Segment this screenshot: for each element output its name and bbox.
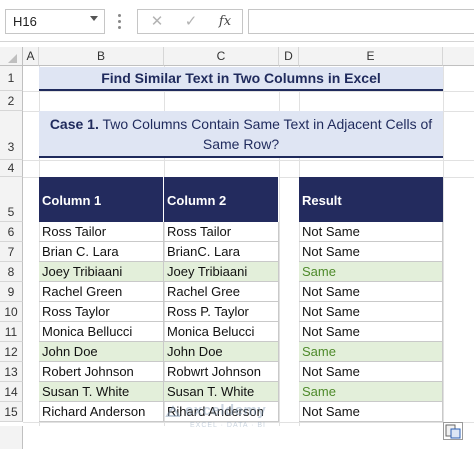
row-header-4[interactable]: 4: [0, 160, 23, 177]
cell-column-1[interactable]: Brian C. Lara: [39, 242, 164, 262]
sheet-title: Find Similar Text in Two Columns in Exce…: [39, 67, 443, 91]
cell-result[interactable]: Not Same: [299, 282, 443, 302]
cell-result[interactable]: Same: [299, 262, 443, 282]
column-header-next[interactable]: [443, 47, 474, 66]
clipboard-icon: [445, 424, 461, 439]
row-header-7[interactable]: 7: [0, 242, 23, 262]
column-header-b[interactable]: B: [39, 47, 164, 66]
insert-function-icon[interactable]: fx: [210, 10, 240, 33]
row-header-6[interactable]: 6: [0, 222, 23, 242]
row-header-strip: [0, 426, 23, 449]
row-header-9[interactable]: 9: [0, 282, 23, 302]
column-header-e[interactable]: E: [299, 47, 443, 66]
gridline: [23, 91, 474, 92]
paste-options-button[interactable]: [443, 422, 463, 440]
cell-result[interactable]: Not Same: [299, 242, 443, 262]
exceldemy-logo-icon: [165, 404, 181, 420]
cell-column-1[interactable]: Ross Taylor: [39, 302, 164, 322]
name-box[interactable]: H16: [5, 9, 105, 34]
cell-column-1[interactable]: Joey Tribiaani: [39, 262, 164, 282]
cell-result[interactable]: Same: [299, 382, 443, 402]
cell-column-2[interactable]: Rachel Gree: [164, 282, 279, 302]
cell-result[interactable]: Not Same: [299, 302, 443, 322]
cell-result[interactable]: Not Same: [299, 222, 443, 242]
row-header-10[interactable]: 10: [0, 302, 23, 322]
watermark-tagline: EXCEL · DATA · BI: [190, 422, 266, 429]
row-header-1[interactable]: 1: [0, 66, 23, 91]
row-header-2[interactable]: 2: [0, 91, 23, 111]
formula-buttons: ✕ ✓ fx: [137, 9, 243, 34]
cell-column-1[interactable]: Rachel Green: [39, 282, 164, 302]
select-all-icon: [8, 54, 17, 63]
case-number: Case 1.: [49, 116, 99, 132]
row-header-13[interactable]: 13: [0, 362, 23, 382]
cell-column-1[interactable]: Susan T. White: [39, 382, 164, 402]
column-header-c[interactable]: C: [164, 47, 279, 66]
cell-column-1[interactable]: Robert Johnson: [39, 362, 164, 382]
row-header-12[interactable]: 12: [0, 342, 23, 362]
row-header-8[interactable]: 8: [0, 262, 23, 282]
cell-result[interactable]: Not Same: [299, 362, 443, 382]
watermark-name: exceldemy: [185, 402, 267, 419]
cell-column-2[interactable]: Susan T. White: [164, 382, 279, 402]
row-header-11[interactable]: 11: [0, 322, 23, 342]
gridline: [23, 160, 474, 161]
row-header-3[interactable]: 3: [0, 111, 23, 160]
cell-column-1[interactable]: Monica Bellucci: [39, 322, 164, 342]
cell-column-2[interactable]: BrianC. Lara: [164, 242, 279, 262]
cell-result[interactable]: Not Same: [299, 402, 443, 422]
row-header-14[interactable]: 14: [0, 382, 23, 402]
cell-result[interactable]: Not Same: [299, 322, 443, 342]
formula-input[interactable]: [248, 9, 474, 34]
chevron-down-icon[interactable]: [90, 16, 98, 21]
case-question: Two Columns Contain Same Text in Adjacen…: [98, 116, 433, 152]
column-header-d[interactable]: D: [279, 47, 299, 66]
header-result[interactable]: Result: [299, 177, 443, 222]
cell-column-2[interactable]: Monica Belucci: [164, 322, 279, 342]
row-header-15[interactable]: 15: [0, 402, 23, 422]
cell-column-2[interactable]: Ross P. Taylor: [164, 302, 279, 322]
grip-dots-icon[interactable]: [118, 14, 121, 30]
case-heading: Case 1. Two Columns Contain Same Text in…: [39, 111, 443, 158]
row-header-5[interactable]: 5: [0, 177, 23, 222]
gridline: [443, 66, 444, 426]
cancel-icon[interactable]: ✕: [142, 10, 172, 33]
cell-column-1[interactable]: Ross Tailor: [39, 222, 164, 242]
header-column-2[interactable]: Column 2: [164, 177, 279, 222]
column-header-a[interactable]: A: [23, 47, 39, 66]
cell-column-2[interactable]: Ross Tailor: [164, 222, 279, 242]
cell-result[interactable]: Same: [299, 342, 443, 362]
enter-icon[interactable]: ✓: [176, 10, 206, 33]
cell-column-2[interactable]: John Doe: [164, 342, 279, 362]
cell-column-2[interactable]: Joey Tribiaani: [164, 262, 279, 282]
cell-column-1[interactable]: John Doe: [39, 342, 164, 362]
cell-column-2[interactable]: Robwrt Johnson: [164, 362, 279, 382]
cell-column-1[interactable]: Richard Anderson: [39, 402, 164, 422]
header-column-1[interactable]: Column 1: [39, 177, 164, 222]
